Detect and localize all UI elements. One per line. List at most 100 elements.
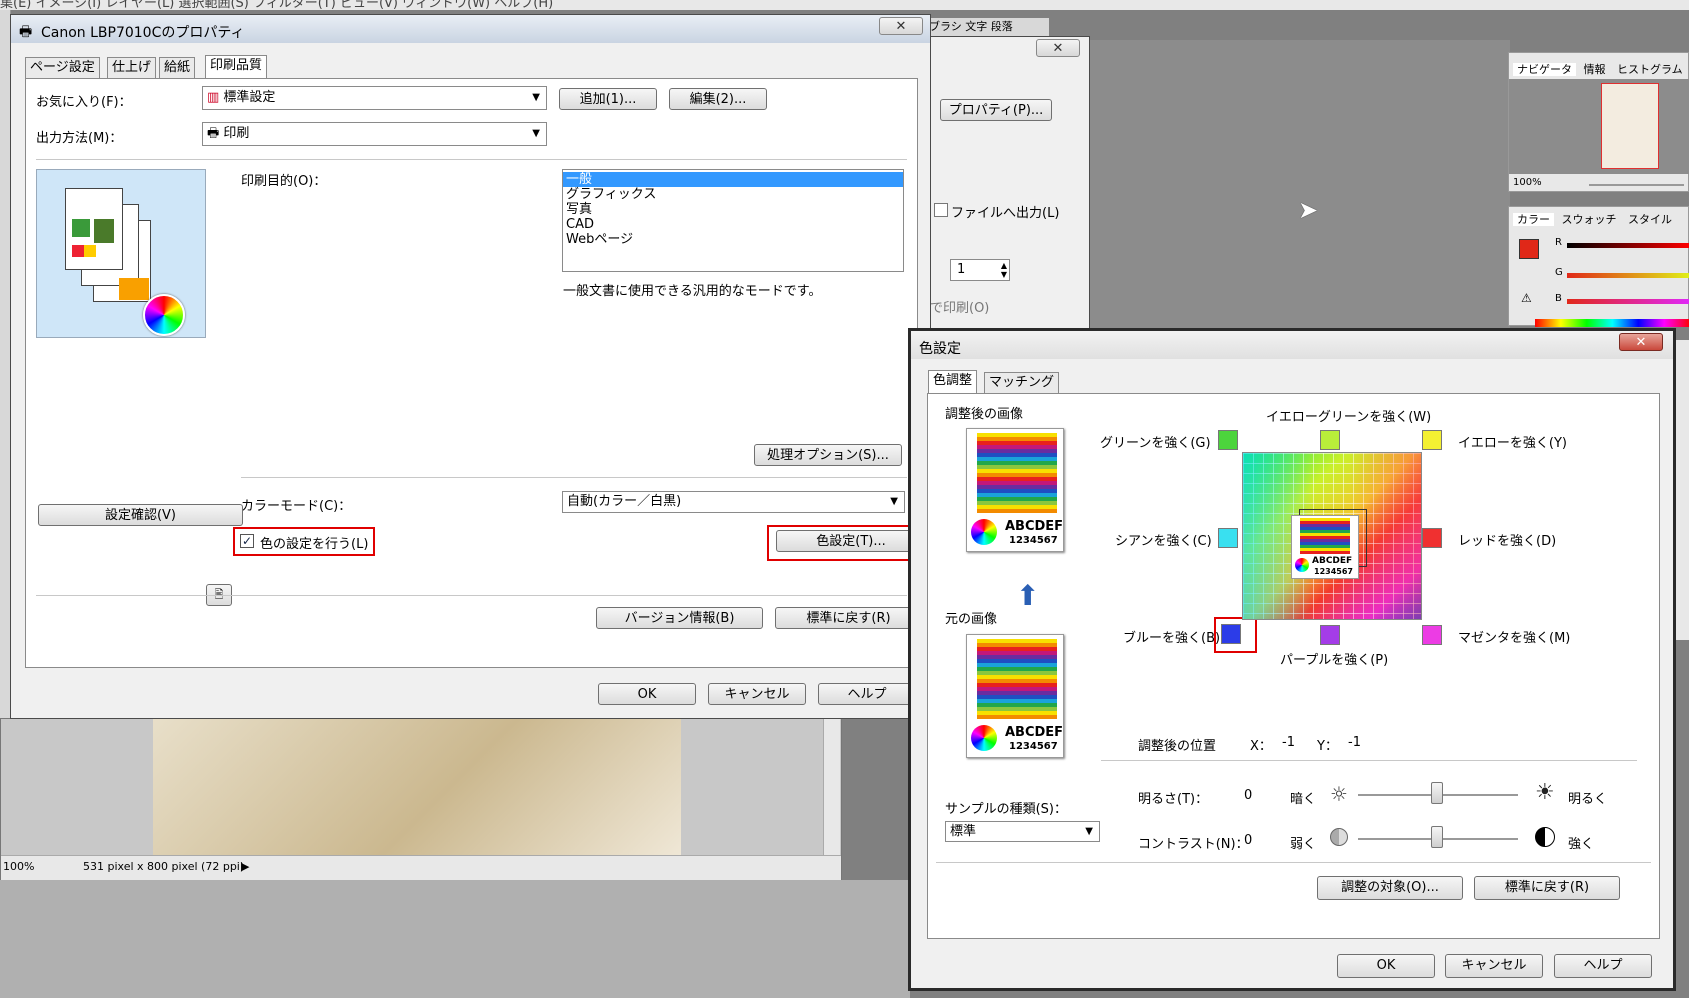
close-icon[interactable]: ✕ <box>879 17 923 35</box>
brightness-label: 明るさ(T)： <box>1138 792 1209 807</box>
zoom-slider[interactable] <box>1589 184 1684 186</box>
favorites-value: 標準設定 <box>223 90 276 105</box>
tab-page-setup[interactable]: ページ設定 <box>25 57 100 78</box>
brightness-value: 0 <box>1244 788 1253 803</box>
copies-input[interactable]: 1 ▲ ▼ <box>950 259 1010 281</box>
list-item-graphics[interactable]: グラフィックス <box>563 187 903 202</box>
navigator-tabs[interactable]: ナビゲータ 情報 ヒストグラム <box>1513 61 1687 77</box>
processing-options-button[interactable]: 処理オプション(S)... <box>754 444 902 466</box>
properties-button[interactable]: プロパティ(P)... <box>940 99 1052 121</box>
tab-paper-source[interactable]: 給紙 <box>159 57 196 78</box>
blue-swatch-button[interactable] <box>1221 624 1241 644</box>
color-wheel-icon <box>971 519 997 545</box>
status-arrow-icon[interactable]: ▶ <box>241 856 249 878</box>
b-label: B <box>1555 293 1562 304</box>
contrast-slider-thumb[interactable] <box>1431 826 1443 848</box>
confirm-settings-button[interactable]: 設定確認(V) <box>38 504 243 526</box>
cyan-label: シアンを強く(C) <box>1115 534 1212 549</box>
color-mode-value: 自動(カラー／白黒) <box>567 494 682 509</box>
status-bar: 100% 531 pixel x 800 pixel (72 ppi) ▶ <box>1 855 841 880</box>
output-method-select[interactable]: 🖶 印刷 ▼ <box>202 122 547 146</box>
green-swatch-button[interactable] <box>1218 430 1238 450</box>
cyan-swatch-button[interactable] <box>1218 528 1238 548</box>
chevron-down-icon[interactable]: ▼ <box>890 492 898 512</box>
b-slider[interactable] <box>1567 299 1689 304</box>
color-mode-select[interactable]: 自動(カラー／白黒) ▼ <box>562 491 905 513</box>
color-settings-checkbox[interactable]: ✓ <box>240 534 254 548</box>
color-dialog-title: 色設定 <box>919 341 961 357</box>
sample-type-select[interactable]: 標準 ▼ <box>945 821 1100 842</box>
list-item-general[interactable]: 一般 <box>563 172 903 187</box>
close-icon[interactable]: ✕ <box>1036 39 1080 57</box>
tab-navigator[interactable]: ナビゲータ <box>1513 63 1576 76</box>
grid-sample-text-1: ABCDEF <box>1312 556 1353 566</box>
y-value: -1 <box>1348 735 1361 750</box>
lower-workspace <box>0 880 910 998</box>
spin-icon[interactable]: ▲ ▼ <box>1001 261 1007 279</box>
close-icon[interactable]: ✕ <box>1619 333 1663 351</box>
cancel-button[interactable]: キャンセル <box>708 683 806 705</box>
list-item-photo[interactable]: 写真 <box>563 202 903 217</box>
tab-histogram[interactable]: ヒストグラム <box>1613 63 1687 76</box>
magenta-swatch-button[interactable] <box>1422 625 1442 645</box>
g-slider[interactable] <box>1567 273 1689 278</box>
weak-label: 弱く <box>1290 837 1317 852</box>
brightness-slider-thumb[interactable] <box>1431 782 1443 804</box>
tab-print-quality[interactable]: 印刷品質 <box>205 55 268 79</box>
list-item-cad[interactable]: CAD <box>563 217 903 232</box>
chevron-down-icon[interactable]: ▼ <box>1085 822 1093 841</box>
color-cancel-button[interactable]: キャンセル <box>1445 954 1543 978</box>
help-button[interactable]: ヘルプ <box>818 683 916 705</box>
original-sample-text-1: ABCDEF <box>1005 725 1064 740</box>
color-settings-dialog: 色設定 ✕ 色調整 マッチング 調整後の画像 ABCDEF 1234567 ⬆ … <box>908 328 1676 991</box>
tab-finishing[interactable]: 仕上げ <box>107 57 157 78</box>
favorites-select[interactable]: ▥ 標準設定 ▼ <box>202 86 547 110</box>
reset-default-button[interactable]: 標準に戻す(R) <box>775 607 922 629</box>
tab-style[interactable]: スタイル <box>1624 213 1676 226</box>
r-slider[interactable] <box>1567 243 1689 248</box>
green-label: グリーンを強く(G) <box>1100 436 1211 451</box>
chevron-down-icon[interactable]: ▼ <box>532 123 540 145</box>
color-help-button[interactable]: ヘルプ <box>1554 954 1652 978</box>
foreground-color-swatch[interactable] <box>1519 239 1539 259</box>
purple-swatch-button[interactable] <box>1320 625 1340 645</box>
vertical-scrollbar[interactable] <box>823 719 840 855</box>
g-label: G <box>1555 267 1563 278</box>
color-wheel-icon <box>143 294 185 336</box>
navigator-thumb[interactable] <box>1601 83 1659 169</box>
color-reset-default-button[interactable]: 標準に戻す(R) <box>1474 876 1620 900</box>
adjust-target-button[interactable]: 調整の対象(O)... <box>1317 876 1463 900</box>
color-ok-button[interactable]: OK <box>1337 954 1435 978</box>
ok-button[interactable]: OK <box>598 683 696 705</box>
tab-swatch[interactable]: スウォッチ <box>1558 213 1621 226</box>
color-tabs[interactable]: カラー スウォッチ スタイル <box>1513 211 1676 227</box>
color-grid[interactable]: ABCDEF 1234567 <box>1242 452 1422 620</box>
file-output-checkbox[interactable] <box>934 203 948 217</box>
print-purpose-list[interactable]: 一般 グラフィックス 写真 CAD Webページ <box>562 169 904 272</box>
print-purpose-description: 一般文書に使用できる汎用的なモードです。 <box>563 284 822 299</box>
bright-label: 明るく <box>1568 792 1608 807</box>
red-swatch-button[interactable] <box>1422 528 1442 548</box>
tab-color-adjust[interactable]: 色調整 <box>928 370 978 394</box>
navigator-panel: ナビゲータ 情報 ヒストグラム 100% <box>1508 52 1689 192</box>
spectrum-bar[interactable] <box>1535 319 1689 327</box>
edit-button[interactable]: 編集(2)... <box>669 88 767 110</box>
version-info-button[interactable]: バージョン情報(B) <box>596 607 763 629</box>
tab-matching[interactable]: マッチング <box>984 372 1060 393</box>
tab-info[interactable]: 情報 <box>1580 63 1610 76</box>
menu-fragment[interactable]: 集(E) イメージ(I) レイヤー(L) 選択範囲(S) フィルター(T) ビュ… <box>0 0 553 10</box>
list-item-webpage[interactable]: Webページ <box>563 232 903 247</box>
arrow-up-icon: ⬆ <box>1016 579 1040 612</box>
chevron-down-icon[interactable]: ▼ <box>532 87 540 109</box>
yellow-swatch-button[interactable] <box>1422 430 1442 450</box>
adjusted-position-label: 調整後の位置 <box>1138 739 1217 754</box>
yellowgreen-swatch-button[interactable] <box>1320 430 1340 450</box>
side-tabs[interactable]: ブラシ 文字 段落 <box>927 18 1049 36</box>
adjusted-sample-text-1: ABCDEF <box>1005 519 1064 534</box>
add-button[interactable]: 追加(1)... <box>559 88 657 110</box>
navigator-zoom[interactable]: 100% <box>1513 177 1542 188</box>
tab-color[interactable]: カラー <box>1513 213 1554 226</box>
document-canvas[interactable] <box>153 719 681 855</box>
color-settings-button[interactable]: 色設定(T)... <box>776 530 926 552</box>
status-zoom[interactable]: 100% <box>3 856 34 878</box>
